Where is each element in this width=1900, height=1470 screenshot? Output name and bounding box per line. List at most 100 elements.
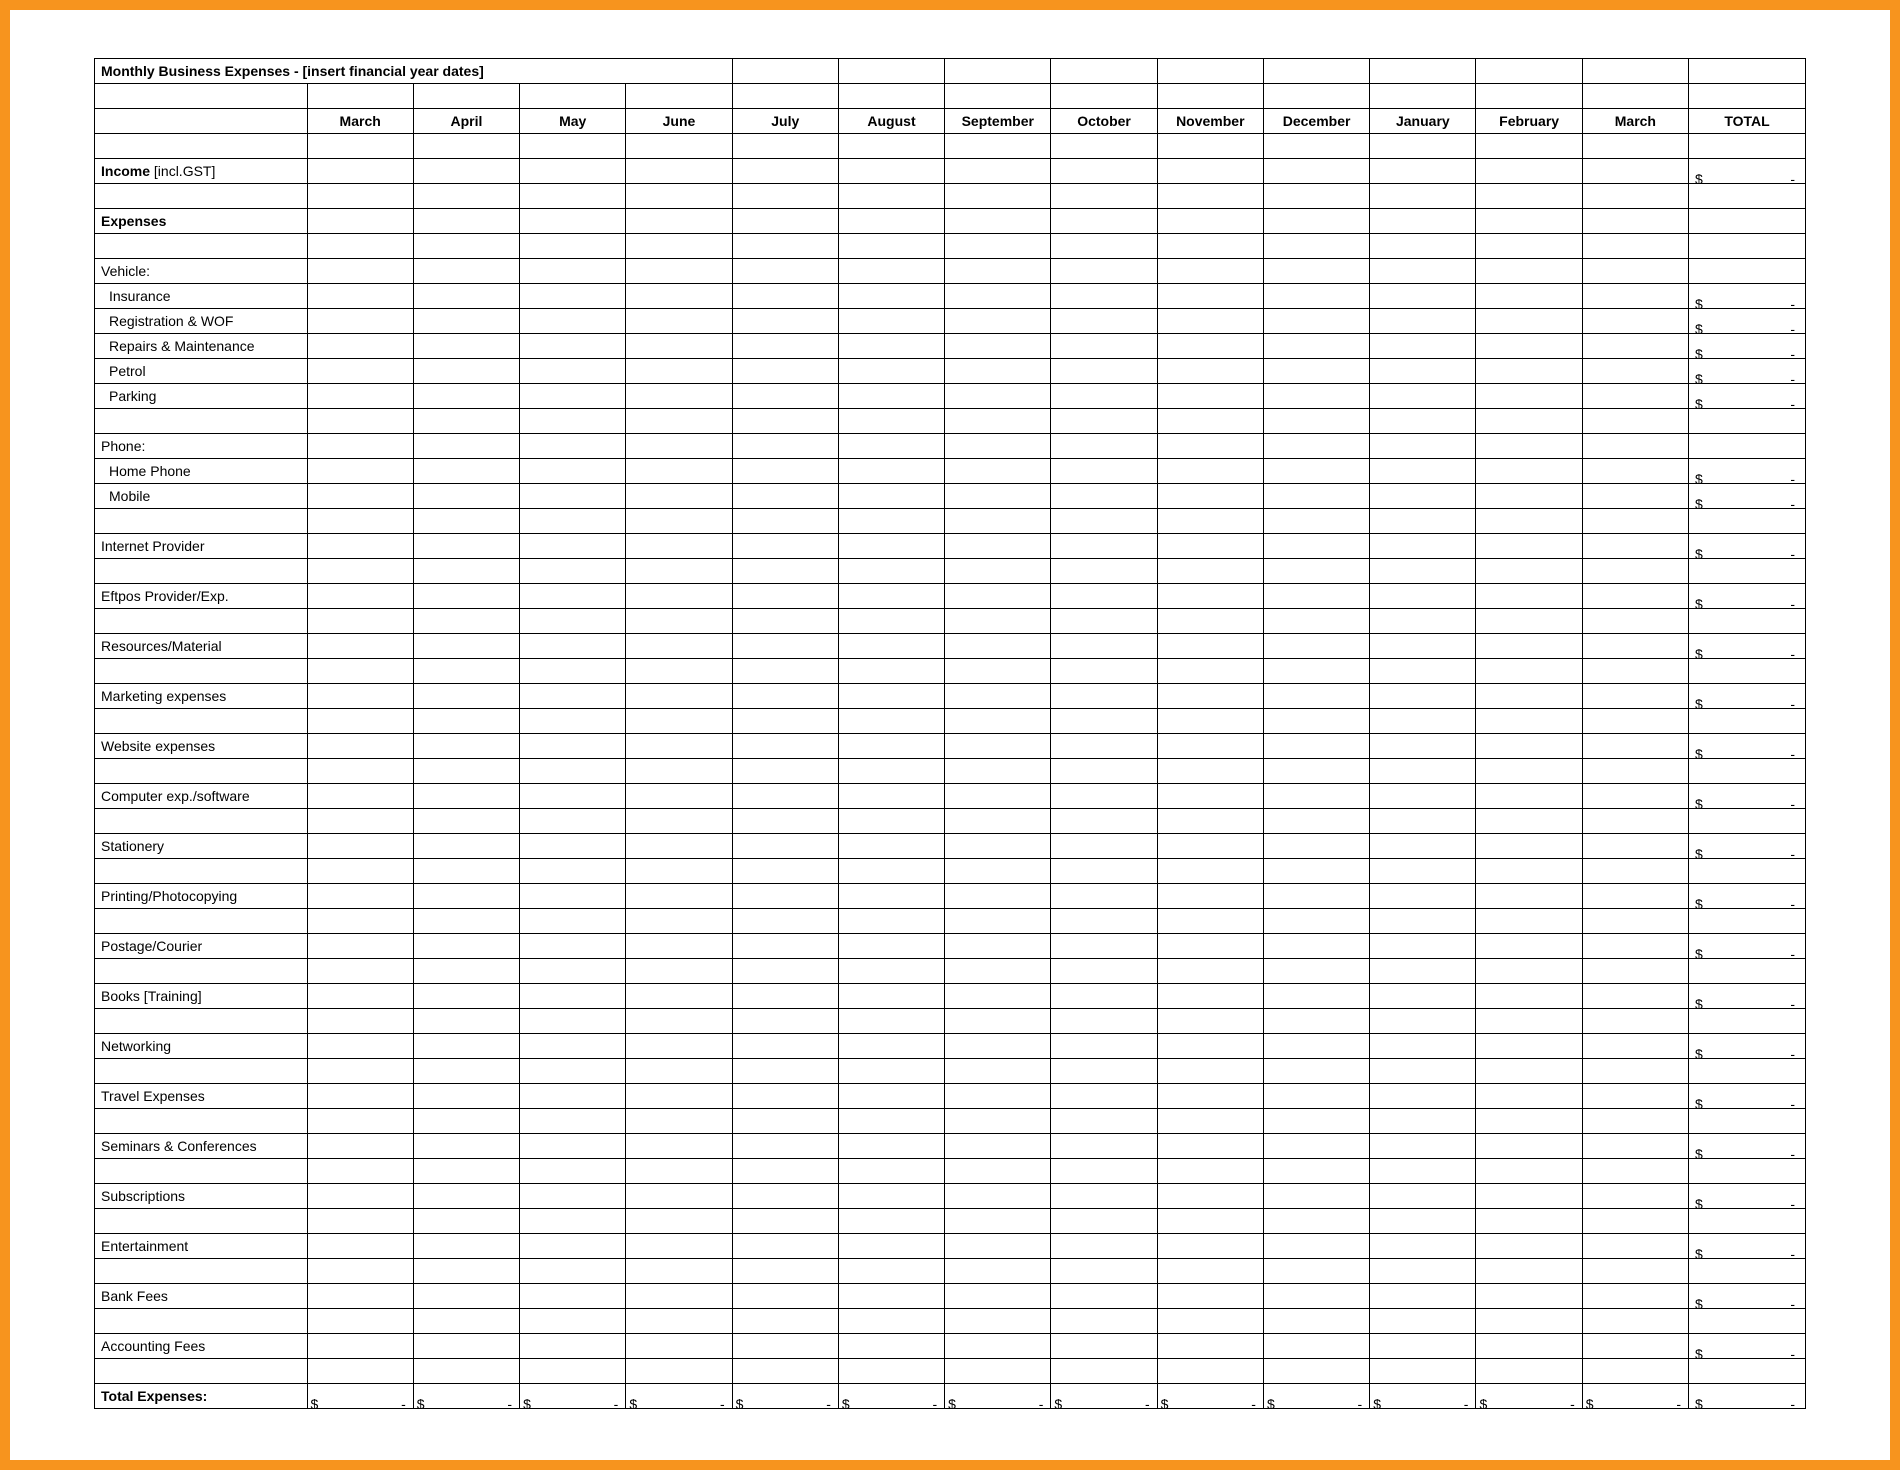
cell[interactable] xyxy=(732,1109,838,1134)
cell[interactable] xyxy=(307,784,413,809)
cell[interactable] xyxy=(307,934,413,959)
cell[interactable] xyxy=(520,384,626,409)
cell[interactable] xyxy=(307,484,413,509)
cell[interactable] xyxy=(413,209,519,234)
cell[interactable] xyxy=(945,1034,1051,1059)
cell[interactable] xyxy=(1689,259,1806,284)
row-total-cell[interactable]: $- xyxy=(1689,1184,1806,1209)
cell[interactable] xyxy=(626,1109,732,1134)
cell[interactable] xyxy=(1689,84,1806,109)
cell[interactable] xyxy=(1051,509,1157,534)
cell[interactable] xyxy=(413,659,519,684)
cell[interactable] xyxy=(1157,534,1263,559)
cell[interactable] xyxy=(1476,834,1582,859)
cell[interactable] xyxy=(413,1209,519,1234)
cell[interactable] xyxy=(1582,1284,1688,1309)
cell[interactable] xyxy=(520,709,626,734)
row-total-cell[interactable]: $- xyxy=(1689,1034,1806,1059)
cell[interactable] xyxy=(626,609,732,634)
cell[interactable] xyxy=(520,634,626,659)
cell[interactable] xyxy=(307,1084,413,1109)
cell[interactable] xyxy=(1370,784,1476,809)
cell[interactable] xyxy=(307,509,413,534)
cell[interactable] xyxy=(1157,859,1263,884)
cell[interactable] xyxy=(1263,259,1369,284)
cell[interactable] xyxy=(1157,734,1263,759)
cell[interactable] xyxy=(626,859,732,884)
cell[interactable] xyxy=(413,1259,519,1284)
cell[interactable] xyxy=(1582,184,1688,209)
cell[interactable] xyxy=(1157,684,1263,709)
cell[interactable] xyxy=(1051,1234,1157,1259)
cell[interactable] xyxy=(732,909,838,934)
cell[interactable] xyxy=(838,1009,944,1034)
cell[interactable] xyxy=(413,1334,519,1359)
cell[interactable] xyxy=(626,1234,732,1259)
cell[interactable] xyxy=(732,1234,838,1259)
cell[interactable] xyxy=(626,834,732,859)
cell[interactable] xyxy=(838,984,944,1009)
cell[interactable] xyxy=(1263,984,1369,1009)
cell[interactable] xyxy=(838,159,944,184)
cell[interactable] xyxy=(413,184,519,209)
cell[interactable] xyxy=(1157,559,1263,584)
cell[interactable] xyxy=(838,1334,944,1359)
cell[interactable] xyxy=(945,1159,1051,1184)
cell[interactable] xyxy=(1051,234,1157,259)
month-total-cell[interactable]: $- xyxy=(1157,1384,1263,1409)
cell[interactable] xyxy=(413,284,519,309)
cell[interactable] xyxy=(1582,934,1688,959)
cell[interactable] xyxy=(1263,484,1369,509)
cell[interactable] xyxy=(413,309,519,334)
cell[interactable] xyxy=(1157,1034,1263,1059)
cell[interactable] xyxy=(1582,884,1688,909)
cell[interactable] xyxy=(1157,309,1263,334)
cell[interactable] xyxy=(1157,659,1263,684)
cell[interactable] xyxy=(413,1234,519,1259)
cell[interactable] xyxy=(1051,634,1157,659)
cell[interactable] xyxy=(1157,134,1263,159)
cell[interactable] xyxy=(1051,434,1157,459)
cell[interactable] xyxy=(1582,959,1688,984)
cell[interactable] xyxy=(1370,209,1476,234)
cell[interactable] xyxy=(307,1284,413,1309)
cell[interactable] xyxy=(1157,284,1263,309)
cell[interactable] xyxy=(838,734,944,759)
cell[interactable] xyxy=(1370,484,1476,509)
cell[interactable] xyxy=(520,759,626,784)
cell[interactable] xyxy=(1157,1309,1263,1334)
cell[interactable] xyxy=(413,384,519,409)
cell[interactable] xyxy=(307,1034,413,1059)
cell[interactable] xyxy=(95,559,308,584)
cell[interactable] xyxy=(945,959,1051,984)
cell[interactable] xyxy=(1051,1284,1157,1309)
row-total-cell[interactable]: $- xyxy=(1689,1134,1806,1159)
cell[interactable] xyxy=(520,1034,626,1059)
cell[interactable] xyxy=(307,734,413,759)
cell[interactable] xyxy=(945,1234,1051,1259)
cell[interactable] xyxy=(1582,1184,1688,1209)
cell[interactable] xyxy=(1051,859,1157,884)
cell[interactable] xyxy=(1476,59,1582,84)
cell[interactable] xyxy=(1689,509,1806,534)
cell[interactable] xyxy=(1476,209,1582,234)
cell[interactable] xyxy=(945,1309,1051,1334)
cell[interactable] xyxy=(626,1359,732,1384)
cell[interactable] xyxy=(1051,734,1157,759)
cell[interactable] xyxy=(838,1059,944,1084)
cell[interactable] xyxy=(732,434,838,459)
cell[interactable] xyxy=(1263,1034,1369,1059)
cell[interactable] xyxy=(1263,409,1369,434)
cell[interactable] xyxy=(1263,1209,1369,1234)
cell[interactable] xyxy=(95,1309,308,1334)
cell[interactable] xyxy=(945,1359,1051,1384)
cell[interactable] xyxy=(838,584,944,609)
cell[interactable] xyxy=(307,1209,413,1234)
cell[interactable] xyxy=(626,759,732,784)
cell[interactable] xyxy=(1157,234,1263,259)
cell[interactable] xyxy=(1476,1159,1582,1184)
cell[interactable] xyxy=(838,659,944,684)
cell[interactable] xyxy=(1370,584,1476,609)
cell[interactable] xyxy=(945,1209,1051,1234)
cell[interactable] xyxy=(1263,284,1369,309)
